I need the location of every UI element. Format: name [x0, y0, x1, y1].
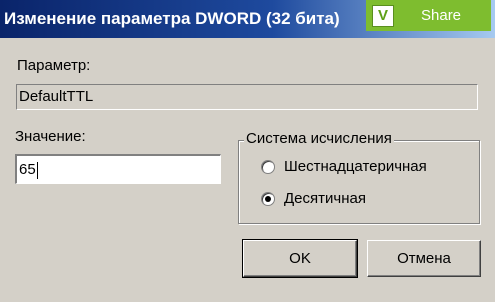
radio-checked-icon[interactable]	[261, 191, 275, 206]
ok-button[interactable]: OK	[242, 239, 358, 278]
parameter-label: Параметр:	[17, 57, 91, 74]
radix-group-legend: Система исчисления	[244, 130, 394, 147]
radio-hexadecimal[interactable]: Шестнадцатеричная	[261, 158, 427, 175]
window-title: Изменение параметра DWORD (32 бита)	[4, 9, 340, 28]
share-logo-icon: V	[372, 4, 394, 27]
share-label: Share	[421, 7, 462, 24]
radio-decimal[interactable]: Десятичная	[261, 190, 366, 207]
share-button[interactable]: V Share	[366, 0, 491, 31]
parameter-name-field: DefaultTTL	[16, 84, 478, 110]
radio-unchecked-icon[interactable]	[261, 159, 275, 174]
radio-hexadecimal-label: Шестнадцатеричная	[284, 158, 427, 175]
radio-decimal-label: Десятичная	[284, 190, 366, 207]
parameter-name-value: DefaultTTL	[19, 88, 94, 105]
text-caret	[36, 161, 38, 179]
cancel-button[interactable]: Отмена	[367, 240, 481, 277]
value-input[interactable]: 65	[15, 154, 221, 184]
value-input-text: 65	[19, 161, 36, 178]
value-label: Значение:	[15, 128, 86, 145]
radix-groupbox	[238, 140, 480, 224]
